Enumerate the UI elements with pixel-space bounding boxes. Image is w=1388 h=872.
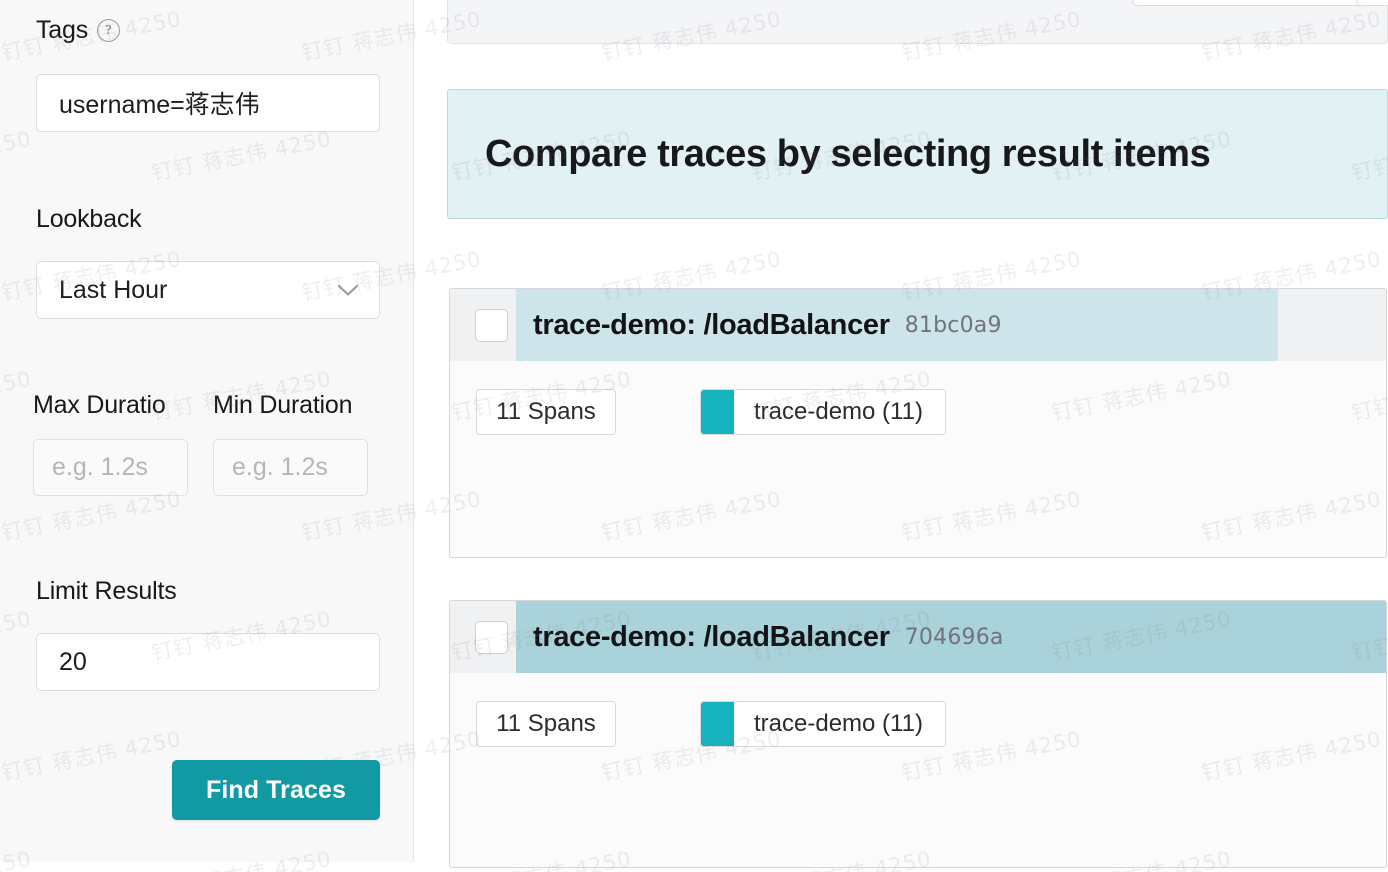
chevron-down-icon bbox=[337, 284, 359, 297]
jaeger-search-page: Tags ? username=蒋志伟 Lookback Last Hour M… bbox=[0, 0, 1388, 872]
compare-traces-banner-text: Compare traces by selecting result items bbox=[485, 132, 1211, 175]
lookback-select[interactable]: Last Hour bbox=[36, 261, 380, 319]
duration-fields: Max Duratio Min Duration e.g. 1.2s e.g. … bbox=[33, 393, 393, 496]
find-traces-button[interactable]: Find Traces bbox=[172, 760, 380, 820]
trace-result-item[interactable]: trace-demo: /loadBalancer 81bc0a9 11 Spa… bbox=[449, 288, 1387, 558]
limit-results-input[interactable]: 20 bbox=[36, 633, 380, 691]
min-duration-label-col: Min Duration bbox=[213, 393, 393, 418]
tags-input[interactable]: username=蒋志伟 bbox=[36, 74, 380, 132]
tags-label: Tags bbox=[36, 16, 89, 44]
service-badge: trace-demo (11) bbox=[700, 701, 946, 747]
service-badge: trace-demo (11) bbox=[700, 389, 946, 435]
lookback-label: Lookback bbox=[36, 205, 142, 233]
min-duration-input[interactable]: e.g. 1.2s bbox=[213, 439, 368, 496]
span-count-pill: 11 Spans bbox=[476, 389, 616, 435]
lookback-label-row: Lookback bbox=[36, 205, 142, 233]
trace-result-header: trace-demo: /loadBalancer 704696a bbox=[450, 601, 1386, 673]
trace-result-header: trace-demo: /loadBalancer 81bc0a9 bbox=[450, 289, 1386, 361]
service-color-swatch bbox=[701, 702, 734, 746]
compare-traces-banner: Compare traces by selecting result items bbox=[447, 89, 1388, 219]
max-duration-label: Max Duratio bbox=[33, 393, 166, 418]
trace-id: 704696a bbox=[904, 624, 1004, 650]
trace-select-checkbox[interactable] bbox=[475, 308, 508, 342]
trace-select-checkbox[interactable] bbox=[475, 620, 508, 654]
max-duration-input[interactable]: e.g. 1.2s bbox=[33, 439, 188, 496]
tags-label-row: Tags ? bbox=[36, 16, 121, 44]
trace-result-item[interactable]: trace-demo: /loadBalancer 704696a 11 Spa… bbox=[449, 600, 1387, 868]
trace-result-body: 11 Spans trace-demo (11) bbox=[450, 673, 1386, 867]
span-count-pill: 11 Spans bbox=[476, 701, 616, 747]
trace-result-body: 11 Spans trace-demo (11) bbox=[450, 361, 1386, 557]
trace-title: trace-demo: /loadBalancer bbox=[533, 308, 890, 341]
lookback-value: Last Hour bbox=[59, 275, 168, 304]
limit-results-label: Limit Results bbox=[36, 577, 177, 605]
service-color-swatch bbox=[701, 390, 734, 434]
toolbar-button-cropped[interactable] bbox=[1356, 0, 1388, 6]
question-circle-icon[interactable]: ? bbox=[97, 19, 121, 42]
min-duration-label: Min Duration bbox=[213, 393, 353, 418]
service-badge-label: trace-demo (11) bbox=[754, 710, 923, 737]
toolbar-input-cropped[interactable] bbox=[1132, 0, 1364, 6]
limit-results-label-row: Limit Results bbox=[36, 579, 177, 604]
search-form-sidebar: Tags ? username=蒋志伟 Lookback Last Hour M… bbox=[0, 0, 414, 862]
max-duration-label-col: Max Duratio bbox=[33, 393, 213, 418]
trace-id: 81bc0a9 bbox=[904, 312, 1002, 338]
service-badge-label: trace-demo (11) bbox=[754, 398, 923, 425]
trace-title: trace-demo: /loadBalancer bbox=[533, 620, 890, 653]
search-results-panel: Compare traces by selecting result items… bbox=[447, 0, 1388, 872]
results-toolbar-panel-cropped bbox=[447, 0, 1388, 44]
